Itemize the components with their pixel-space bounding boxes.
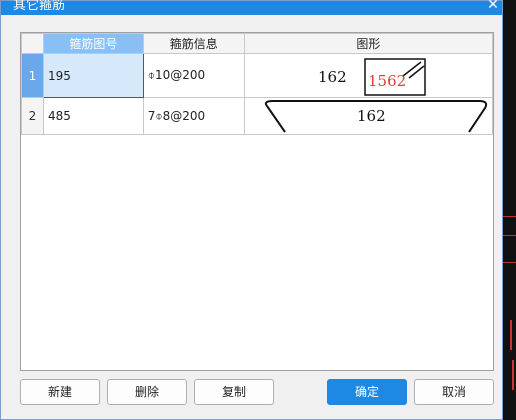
column-header-info[interactable]: 箍筋信息 (142, 33, 245, 54)
copy-button[interactable]: 复制 (194, 379, 274, 405)
row-number[interactable]: 1 (21, 53, 44, 98)
cell-code[interactable]: 485 (42, 97, 144, 135)
shape-dimension-label-red: 1562 (368, 72, 406, 90)
shape-dimension-label: 162 (318, 68, 347, 86)
other-stirrup-dialog: 其它箍筋 ✕ 箍筋图号 箍筋信息 图形 1 195 ⌽10@200 162 15… (0, 0, 503, 420)
column-header-shape[interactable]: 图形 (243, 33, 494, 54)
stirrup-grid[interactable]: 箍筋图号 箍筋信息 图形 1 195 ⌽10@200 162 1562 2 48… (20, 32, 494, 371)
stirrup-shape-drawing: 162 (264, 100, 487, 133)
dialog-title: 其它箍筋 (13, 0, 66, 13)
cell-shape[interactable]: 162 (243, 97, 494, 135)
cell-shape[interactable]: 162 1562 (243, 53, 494, 98)
delete-button[interactable]: 删除 (107, 379, 187, 405)
cell-info[interactable]: 7⌽8@200 (142, 97, 245, 135)
cell-info[interactable]: ⌽10@200 (142, 53, 245, 98)
new-button[interactable]: 新建 (20, 379, 100, 405)
cancel-button[interactable]: 取消 (414, 379, 494, 405)
shape-dimension-label: 162 (357, 107, 386, 125)
row-number[interactable]: 2 (21, 97, 44, 135)
header-row: 箍筋图号 箍筋信息 图形 (21, 33, 494, 54)
title-bar[interactable]: 其它箍筋 ✕ (1, 0, 502, 15)
ok-button[interactable]: 确定 (327, 379, 407, 405)
table-row[interactable]: 2 485 7⌽8@200 162 (21, 97, 494, 135)
corner-cell[interactable] (21, 33, 44, 54)
cell-code[interactable]: 195 (42, 53, 144, 98)
table-row[interactable]: 1 195 ⌽10@200 162 1562 (21, 53, 494, 98)
cad-line (512, 360, 514, 390)
cad-line (510, 320, 512, 350)
shape-hook (265, 105, 286, 133)
close-icon[interactable]: ✕ (485, 0, 501, 13)
stirrup-shape-drawing: 162 1562 (318, 58, 426, 96)
column-header-code[interactable]: 箍筋图号 (42, 33, 144, 54)
shape-hook (408, 65, 425, 79)
